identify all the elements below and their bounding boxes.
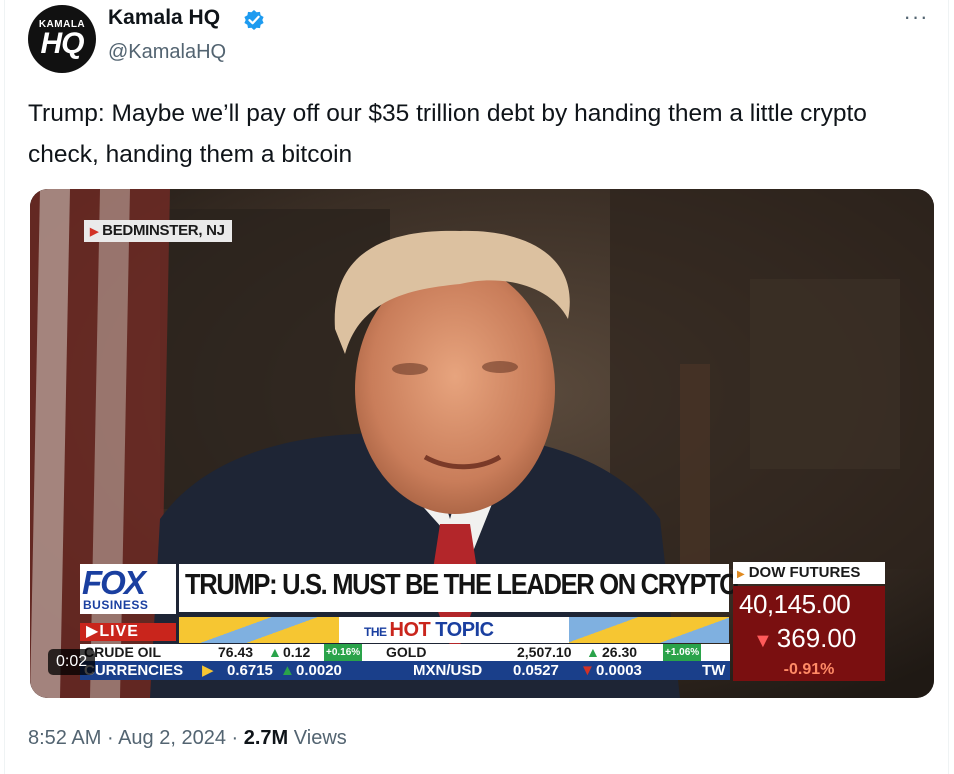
ticker2-up-icon: ▲ [280, 662, 295, 679]
author-handle[interactable]: @KamalaHQ [108, 41, 226, 64]
chyron-stripe: THE HOT TOPIC [179, 617, 729, 643]
fox-business-logo: FOX BUSINESS [80, 564, 176, 614]
tweet-time[interactable]: 8:52 AM [28, 727, 101, 749]
ticker2-change: 0.0020 [296, 662, 342, 679]
ticker2-value-2: 0.0527 [513, 662, 559, 679]
ticker2-change-2: 0.0003 [596, 662, 642, 679]
location-text: BEDMINSTER, NJ [102, 222, 225, 239]
timeline-border-left [4, 0, 5, 774]
ticker2-arrow-icon: ▶ [202, 662, 214, 679]
live-text: LIVE [99, 623, 139, 640]
tweet-meta: 8:52 AM · Aug 2, 2024 · 2.7M Views [28, 727, 347, 750]
video-timer: 0:02 [48, 649, 96, 675]
dow-title: ▶ DOW FUTURES [733, 562, 885, 584]
ticker2-label: CURRENCIES [84, 662, 184, 679]
ticker2-tail: TW [702, 662, 726, 679]
ticker-label: CRUDE OIL [84, 644, 161, 660]
more-options-icon[interactable]: ··· [899, 5, 933, 35]
ticker-commodities: CRUDE OIL 76.43 ▲ 0.12 +0.16% GOLD 2,507… [80, 644, 730, 661]
stripe-right [569, 617, 729, 643]
live-badge: ▶LIVE [80, 623, 176, 641]
chyron: TRUMP: U.S. MUST BE THE LEADER ON CRYPTO [179, 564, 739, 612]
chyron-headline: TRUMP: U.S. MUST BE THE LEADER ON CRYPTO [185, 569, 739, 601]
avatar-text-big: HQ [40, 27, 85, 60]
dow-change: ▼ 369.00 [753, 623, 856, 654]
views-label: Views [293, 727, 347, 749]
hot-topic-hot: HOT [389, 619, 431, 641]
meta-separator-2: · [231, 727, 239, 749]
hot-topic-the: THE [364, 625, 387, 639]
tweet-text: Trump: Maybe we’ll pay off our $35 trill… [28, 100, 867, 168]
location-arrow-icon: ▶ [90, 226, 99, 238]
verified-badge-icon[interactable] [243, 9, 265, 31]
location-tag: ▶ BEDMINSTER, NJ [84, 220, 232, 242]
hot-topic-label: THE HOT TOPIC [364, 619, 494, 642]
dow-value: 40,145.00 [739, 589, 851, 619]
ticker-pct: +0.16% [324, 644, 363, 661]
ticker-change: 0.12 [283, 644, 311, 660]
dow-title-text: DOW FUTURES [748, 564, 861, 581]
stripe-left [179, 617, 339, 643]
tweet-date[interactable]: Aug 2, 2024 [118, 727, 226, 749]
ticker-value-2: 2,507.10 [517, 644, 572, 660]
network-name: FOX [82, 564, 146, 601]
hot-topic-topic: TOPIC [435, 619, 494, 641]
ticker-value: 76.43 [218, 644, 254, 660]
dow-box: 40,145.00 ▼ 369.00 [733, 586, 885, 659]
author-name[interactable]: Kamala HQ [108, 6, 220, 30]
meta-separator: · [106, 727, 114, 749]
dow-change-value: 369.00 [776, 623, 857, 653]
network-sub: BUSINESS [83, 598, 149, 612]
ticker-up-icon: ▲ [268, 644, 282, 660]
ticker-up-icon-2: ▲ [586, 644, 600, 660]
ticker2-label-2: MXN/USD [413, 662, 483, 679]
video-player[interactable]: ▶ BEDMINSTER, NJ FOX BUSINESS ▶LIVE TRUMP… [30, 189, 934, 698]
ticker-change-2: 26.30 [602, 644, 638, 660]
dow-percent: -0.91% [733, 659, 885, 681]
dow-futures-panel: ▶ DOW FUTURES 40,145.00 ▼ 369.00 -0.91% [733, 562, 885, 682]
timeline-border-right [948, 0, 949, 774]
ticker-currencies: CURRENCIES ▶ 0.6715 ▲ 0.0020 MXN/USD 0.0… [80, 661, 730, 680]
ticker2-down-icon: ▼ [580, 662, 595, 679]
ticker-pct-2: +1.06% [663, 644, 702, 661]
views-count[interactable]: 2.7M [244, 727, 288, 749]
ticker2-value: 0.6715 [227, 662, 273, 679]
ticker-label-2: GOLD [386, 644, 427, 660]
dow-arrow-icon: ▶ [737, 569, 745, 580]
avatar[interactable]: KAMALA HQ [28, 5, 96, 73]
down-triangle-icon: ▼ [753, 630, 773, 652]
